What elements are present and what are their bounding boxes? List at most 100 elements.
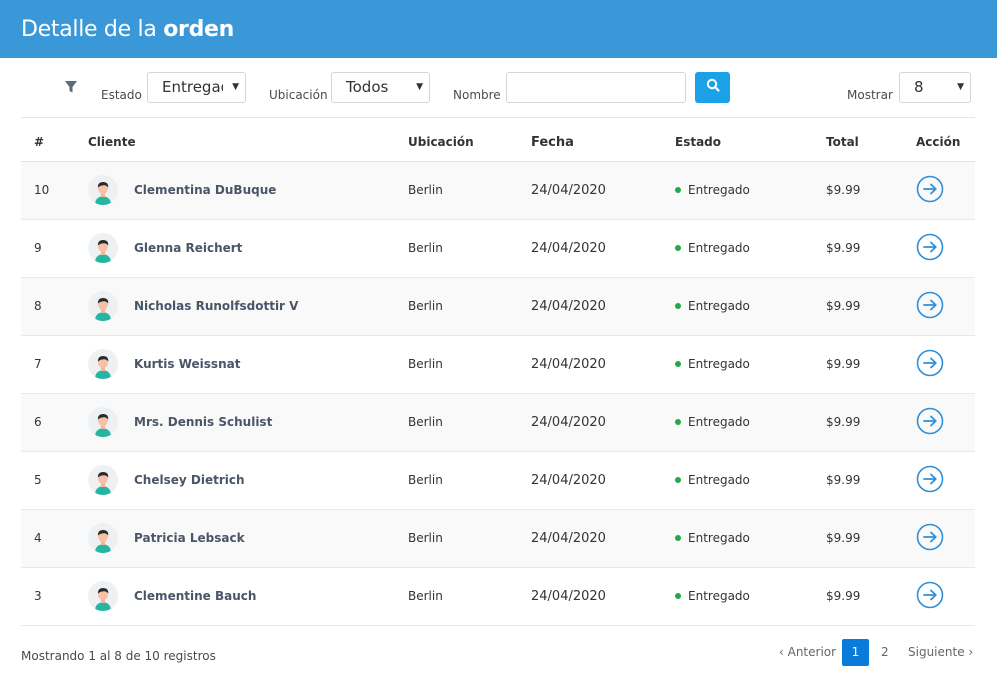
status-cell: Entregado (675, 161, 826, 220)
arrow-right-circle-icon[interactable] (916, 581, 944, 609)
action-cell (916, 277, 975, 336)
arrow-right-circle-icon[interactable] (916, 349, 944, 377)
ubicacion-select[interactable]: Todos ▼ (331, 72, 430, 103)
search-icon (706, 78, 720, 97)
estado-select-value: Entregado (162, 78, 223, 96)
col-header-action: Acción (916, 124, 975, 162)
order-number: 7 (21, 335, 75, 394)
location-cell: Berlin (408, 161, 531, 220)
order-number: 8 (21, 277, 75, 336)
chevron-down-icon: ▼ (957, 82, 964, 92)
arrow-right-circle-icon[interactable] (916, 291, 944, 319)
table-row: 9 Glenna Reichert Berlin 24/04/2020 Entregad… (21, 219, 975, 278)
client-name: Clementine Bauch (134, 589, 257, 603)
chevron-down-icon: ▼ (416, 82, 423, 92)
mostrar-select-value: 8 (914, 78, 924, 96)
client-name: Glenna Reichert (134, 241, 243, 255)
search-button[interactable] (695, 72, 730, 103)
status-text: Entregado (688, 415, 750, 429)
client-cell: Mrs. Dennis Schulist (75, 393, 408, 452)
total-cell: $9.99 (826, 161, 916, 220)
client-name: Mrs. Dennis Schulist (134, 415, 273, 429)
date-cell: 24/04/2020 (531, 335, 675, 394)
table-row: 8 Nicholas Runolfsdottir V Berlin 24/04/202… (21, 277, 975, 336)
date-cell: 24/04/2020 (531, 567, 675, 626)
ubicacion-select-value: Todos (346, 78, 389, 96)
arrow-right-circle-icon[interactable] (916, 465, 944, 493)
status-cell: Entregado (675, 393, 826, 452)
date-cell: 24/04/2020 (531, 277, 675, 336)
action-cell (916, 335, 975, 394)
action-cell (916, 161, 975, 220)
order-number: 6 (21, 393, 75, 452)
location-cell: Berlin (408, 219, 531, 278)
filter-icon (64, 80, 78, 94)
total-cell: $9.99 (826, 567, 916, 626)
status-cell: Entregado (675, 335, 826, 394)
client-info: Patricia Lebsack (88, 523, 408, 553)
action-cell (916, 219, 975, 278)
date-cell: 24/04/2020 (531, 161, 675, 220)
table-row: 3 Clementine Bauch Berlin 24/04/2020 Entrega… (21, 567, 975, 626)
table-row: 10 Clementina DuBuque Berlin 24/04/2020 Entr… (21, 161, 975, 220)
location-cell: Berlin (408, 393, 531, 452)
title-bold: orden (163, 16, 235, 42)
total-cell: $9.99 (826, 509, 916, 568)
date-cell: 24/04/2020 (531, 451, 675, 510)
user-avatar-icon (88, 523, 118, 553)
page-link-2[interactable]: 2 (881, 639, 889, 666)
arrow-right-circle-icon[interactable] (916, 233, 944, 261)
nombre-label: Nombre (453, 88, 501, 102)
mostrar-label: Mostrar (847, 88, 893, 102)
title-prefix: Detalle de la (21, 16, 157, 42)
location-cell: Berlin (408, 567, 531, 626)
arrow-right-circle-icon[interactable] (916, 175, 944, 203)
col-header-total: Total (826, 124, 916, 162)
arrow-right-circle-icon[interactable] (916, 407, 944, 435)
status-dot-icon (675, 592, 681, 599)
status-text: Entregado (688, 531, 750, 545)
next-page-link[interactable]: Siguiente › (908, 639, 973, 666)
status-text: Entregado (688, 241, 750, 255)
action-cell (916, 567, 975, 626)
total-cell: $9.99 (826, 277, 916, 336)
status-cell: Entregado (675, 219, 826, 278)
status-dot-icon (675, 302, 681, 309)
status-text: Entregado (688, 473, 750, 487)
total-cell: $9.99 (826, 393, 916, 452)
prev-page-link[interactable]: ‹ Anterior (779, 639, 836, 666)
divider (21, 117, 975, 118)
client-cell: Clementine Bauch (75, 567, 408, 626)
client-cell: Clementina DuBuque (75, 161, 408, 220)
client-info: Kurtis Weissnat (88, 349, 408, 379)
status-dot-icon (675, 534, 681, 541)
user-avatar-icon (88, 407, 118, 437)
mostrar-select[interactable]: 8 ▼ (899, 72, 971, 103)
orders-table: # Cliente Ubicación Fecha Estado Total A… (21, 124, 975, 626)
client-cell: Kurtis Weissnat (75, 335, 408, 394)
status-dot-icon (675, 186, 681, 193)
ubicacion-label: Ubicación (269, 88, 328, 102)
action-cell (916, 509, 975, 568)
table-row: 6 Mrs. Dennis Schulist Berlin 24/04/2020 Ent… (21, 393, 975, 452)
order-number: 4 (21, 509, 75, 568)
page-link-1[interactable]: 1 (842, 639, 869, 666)
client-name: Nicholas Runolfsdottir V (134, 299, 299, 313)
table-row: 7 Kurtis Weissnat Berlin 24/04/2020 Entregad… (21, 335, 975, 394)
estado-select[interactable]: Entregado ▼ (147, 72, 246, 103)
status-dot-icon (675, 360, 681, 367)
client-info: Nicholas Runolfsdottir V (88, 291, 408, 321)
status-cell: Entregado (675, 277, 826, 336)
client-info: Mrs. Dennis Schulist (88, 407, 408, 437)
col-header-status: Estado (675, 124, 826, 162)
nombre-input[interactable] (506, 72, 686, 103)
order-number: 5 (21, 451, 75, 510)
arrow-right-circle-icon[interactable] (916, 523, 944, 551)
total-cell: $9.99 (826, 219, 916, 278)
location-cell: Berlin (408, 277, 531, 336)
client-info: Glenna Reichert (88, 233, 408, 263)
status-dot-icon (675, 244, 681, 251)
client-name: Chelsey Dietrich (134, 473, 245, 487)
order-number: 3 (21, 567, 75, 626)
col-header-location: Ubicación (408, 124, 531, 162)
